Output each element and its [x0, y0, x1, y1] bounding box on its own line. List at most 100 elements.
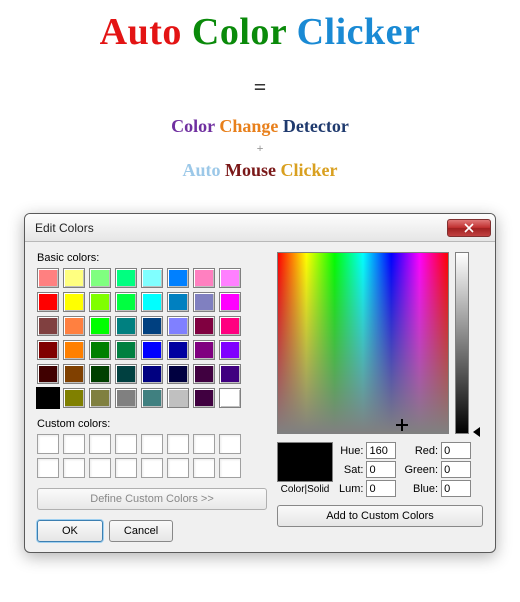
basic-color-swatch[interactable]	[141, 268, 163, 288]
basic-color-swatch[interactable]	[37, 388, 59, 408]
basic-color-swatch[interactable]	[167, 268, 189, 288]
custom-color-swatch[interactable]	[219, 458, 241, 478]
sat-input[interactable]	[366, 461, 396, 478]
custom-color-swatch[interactable]	[141, 434, 163, 454]
header: Auto Color Clicker = Color Change Detect…	[0, 0, 520, 205]
custom-color-swatch[interactable]	[63, 434, 85, 454]
basic-color-swatch[interactable]	[37, 340, 59, 360]
sub2-word-3: Clicker	[281, 160, 338, 180]
main-title: Auto Color Clicker	[0, 10, 520, 54]
custom-color-swatch[interactable]	[167, 458, 189, 478]
hue-sat-picker[interactable]	[277, 252, 449, 434]
color-preview	[277, 442, 333, 482]
ok-button[interactable]: OK	[37, 520, 103, 542]
title-word-1: Auto	[100, 11, 182, 53]
sub1-word-3: Detector	[283, 116, 349, 136]
equals-sign: =	[0, 74, 520, 100]
custom-color-swatch[interactable]	[89, 458, 111, 478]
basic-color-swatch[interactable]	[115, 364, 137, 384]
subtitle-2: Auto Mouse Clicker	[0, 160, 520, 181]
dialog-title: Edit Colors	[35, 221, 447, 235]
basic-color-swatch[interactable]	[141, 388, 163, 408]
basic-color-swatch[interactable]	[167, 292, 189, 312]
basic-color-swatch[interactable]	[141, 340, 163, 360]
custom-color-swatch[interactable]	[193, 434, 215, 454]
color-solid-label: Color|Solid	[277, 484, 333, 495]
basic-color-swatch[interactable]	[167, 340, 189, 360]
title-word-3: Clicker	[297, 11, 421, 53]
custom-color-swatch[interactable]	[63, 458, 85, 478]
custom-color-swatch[interactable]	[219, 434, 241, 454]
basic-color-swatch[interactable]	[37, 292, 59, 312]
basic-color-swatch[interactable]	[115, 316, 137, 336]
custom-color-swatch[interactable]	[115, 434, 137, 454]
blue-label: Blue:	[413, 483, 438, 495]
basic-color-swatch[interactable]	[219, 364, 241, 384]
basic-color-swatch[interactable]	[89, 268, 111, 288]
lum-label: Lum:	[339, 483, 363, 495]
lum-input[interactable]	[366, 480, 396, 497]
basic-color-swatch[interactable]	[37, 364, 59, 384]
basic-color-swatch[interactable]	[193, 340, 215, 360]
green-label: Green:	[404, 464, 438, 476]
basic-color-swatch[interactable]	[219, 292, 241, 312]
basic-color-swatch[interactable]	[63, 292, 85, 312]
red-input[interactable]	[441, 442, 471, 459]
cancel-button[interactable]: Cancel	[109, 520, 173, 542]
basic-color-swatch[interactable]	[89, 364, 111, 384]
green-input[interactable]	[441, 461, 471, 478]
define-custom-colors-button[interactable]: Define Custom Colors >>	[37, 488, 267, 510]
basic-color-swatch[interactable]	[37, 268, 59, 288]
hue-label: Hue:	[340, 445, 363, 457]
basic-color-swatch[interactable]	[141, 292, 163, 312]
hue-input[interactable]	[366, 442, 396, 459]
custom-color-swatch[interactable]	[89, 434, 111, 454]
basic-color-swatch[interactable]	[167, 364, 189, 384]
basic-color-swatch[interactable]	[141, 364, 163, 384]
basic-color-swatch[interactable]	[115, 388, 137, 408]
custom-colors-grid	[37, 434, 267, 478]
custom-color-swatch[interactable]	[193, 458, 215, 478]
basic-color-swatch[interactable]	[219, 388, 241, 408]
basic-color-swatch[interactable]	[167, 316, 189, 336]
luminance-slider[interactable]	[455, 252, 469, 434]
basic-color-swatch[interactable]	[115, 292, 137, 312]
custom-color-swatch[interactable]	[115, 458, 137, 478]
basic-color-swatch[interactable]	[193, 388, 215, 408]
basic-color-swatch[interactable]	[193, 364, 215, 384]
basic-color-swatch[interactable]	[219, 316, 241, 336]
basic-color-swatch[interactable]	[115, 268, 137, 288]
basic-color-swatch[interactable]	[89, 292, 111, 312]
subtitle-1: Color Change Detector	[0, 116, 520, 137]
close-button[interactable]	[447, 219, 491, 237]
custom-color-swatch[interactable]	[141, 458, 163, 478]
blue-input[interactable]	[441, 480, 471, 497]
custom-color-swatch[interactable]	[167, 434, 189, 454]
basic-color-swatch[interactable]	[193, 268, 215, 288]
basic-color-swatch[interactable]	[63, 388, 85, 408]
basic-color-swatch[interactable]	[167, 388, 189, 408]
crosshair-icon	[396, 419, 408, 431]
basic-color-swatch[interactable]	[141, 316, 163, 336]
basic-color-swatch[interactable]	[219, 340, 241, 360]
basic-color-swatch[interactable]	[193, 292, 215, 312]
sub2-word-2: Mouse	[225, 160, 276, 180]
red-label: Red:	[415, 445, 438, 457]
basic-color-swatch[interactable]	[89, 388, 111, 408]
custom-color-swatch[interactable]	[37, 458, 59, 478]
custom-colors-label: Custom colors:	[37, 418, 267, 430]
titlebar[interactable]: Edit Colors	[25, 214, 495, 242]
sat-label: Sat:	[344, 464, 364, 476]
custom-color-swatch[interactable]	[37, 434, 59, 454]
basic-color-swatch[interactable]	[37, 316, 59, 336]
basic-color-swatch[interactable]	[63, 268, 85, 288]
basic-color-swatch[interactable]	[63, 316, 85, 336]
basic-color-swatch[interactable]	[219, 268, 241, 288]
add-to-custom-colors-button[interactable]: Add to Custom Colors	[277, 505, 483, 527]
basic-color-swatch[interactable]	[115, 340, 137, 360]
basic-color-swatch[interactable]	[89, 316, 111, 336]
basic-color-swatch[interactable]	[63, 364, 85, 384]
basic-color-swatch[interactable]	[63, 340, 85, 360]
basic-color-swatch[interactable]	[89, 340, 111, 360]
basic-color-swatch[interactable]	[193, 316, 215, 336]
